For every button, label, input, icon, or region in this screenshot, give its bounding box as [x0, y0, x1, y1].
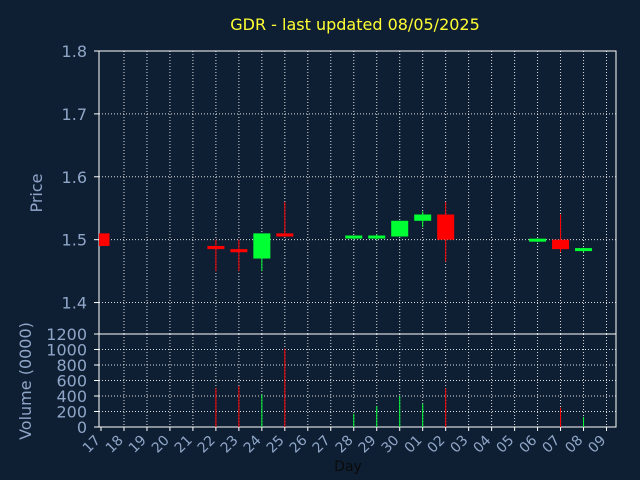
volume-axis-label: Volume (0000) [16, 322, 35, 440]
x-tick-label: 04 [471, 432, 495, 456]
volume-y-ticks: 020040060080010001200 [46, 325, 99, 437]
x-ticks: 17 18 19 20 21 22 23 24 25 26 27 28 29 30 01 02 03 04 05 06… [80, 427, 609, 456]
x-tick-label: 29 [356, 433, 380, 457]
price-tick-label: 1.5 [62, 231, 87, 250]
candle-body [230, 249, 248, 253]
x-tick-label: 19 [126, 433, 150, 457]
candle-body [99, 233, 110, 246]
x-tick-label: 30 [379, 433, 403, 457]
x-tick-label: 02 [425, 433, 449, 457]
price-axis-label: Price [27, 173, 46, 212]
x-tick-label: 21 [172, 433, 196, 457]
candle-body [437, 214, 455, 240]
candle-body [345, 235, 363, 239]
candle-body [253, 233, 271, 259]
x-tick-label: 18 [103, 433, 127, 457]
x-axis-label: Day [334, 459, 362, 475]
x-tick-label: 08 [562, 433, 586, 457]
price-y-ticks: 1.4 1.5 1.6 1.7 1.8 [62, 42, 99, 313]
candle-body [529, 238, 547, 242]
candle-body [207, 245, 225, 250]
x-tick-label: 05 [494, 433, 518, 457]
price-tick-label: 1.7 [62, 105, 87, 124]
candle-body [414, 214, 432, 221]
price-panel-frame [98, 50, 617, 335]
price-tick-label: 1.4 [62, 294, 87, 313]
price-tick-label: 1.6 [62, 168, 87, 187]
price-tick-label: 1.8 [62, 42, 87, 61]
chart-root: GDR - last updated 08/05/2025 1.4 1.5 1.6 1… [0, 0, 640, 480]
x-tick-label: 06 [516, 432, 540, 456]
x-tick-label: 26 [287, 432, 311, 456]
volume-tick-label: 1200 [46, 325, 87, 344]
x-tick-label: 22 [195, 433, 219, 457]
x-tick-label: 25 [264, 433, 288, 457]
x-tick-label: 09 [585, 433, 609, 457]
x-tick-label: 27 [310, 433, 334, 457]
candle-body [552, 239, 570, 250]
candle-body [368, 235, 386, 239]
stock-chart: GDR - last updated 08/05/2025 1.41.51.61… [16, 15, 617, 475]
x-tick-label: 20 [149, 433, 173, 457]
chart-title: GDR - last updated 08/05/2025 [230, 15, 480, 34]
x-tick-label: 01 [402, 433, 426, 457]
x-tick-label: 07 [539, 433, 563, 457]
candle-body [391, 220, 409, 237]
x-tick-label: 03 [448, 433, 472, 457]
candle-body [575, 248, 593, 252]
x-tick-label: 28 [333, 433, 357, 457]
x-tick-label: 24 [241, 432, 265, 456]
x-tick-label: 23 [218, 433, 242, 457]
candle-body [276, 233, 294, 237]
